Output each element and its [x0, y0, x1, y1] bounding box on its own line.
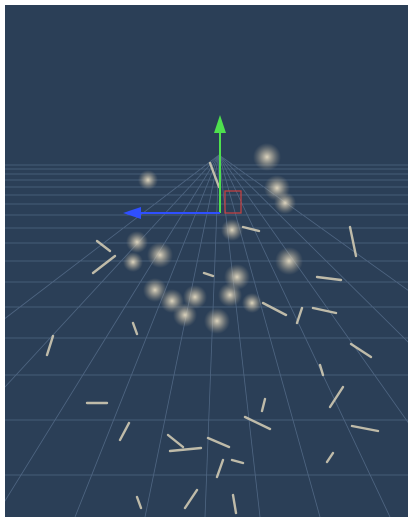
arrow-up-icon[interactable]: [214, 115, 226, 133]
arrow-left-icon[interactable]: [123, 207, 141, 219]
scene-viewport[interactable]: [5, 5, 408, 517]
scene-canvas[interactable]: [5, 5, 408, 517]
transform-gizmo[interactable]: [123, 115, 242, 219]
center-handle[interactable]: [224, 190, 242, 214]
ground-grid: [5, 154, 408, 517]
